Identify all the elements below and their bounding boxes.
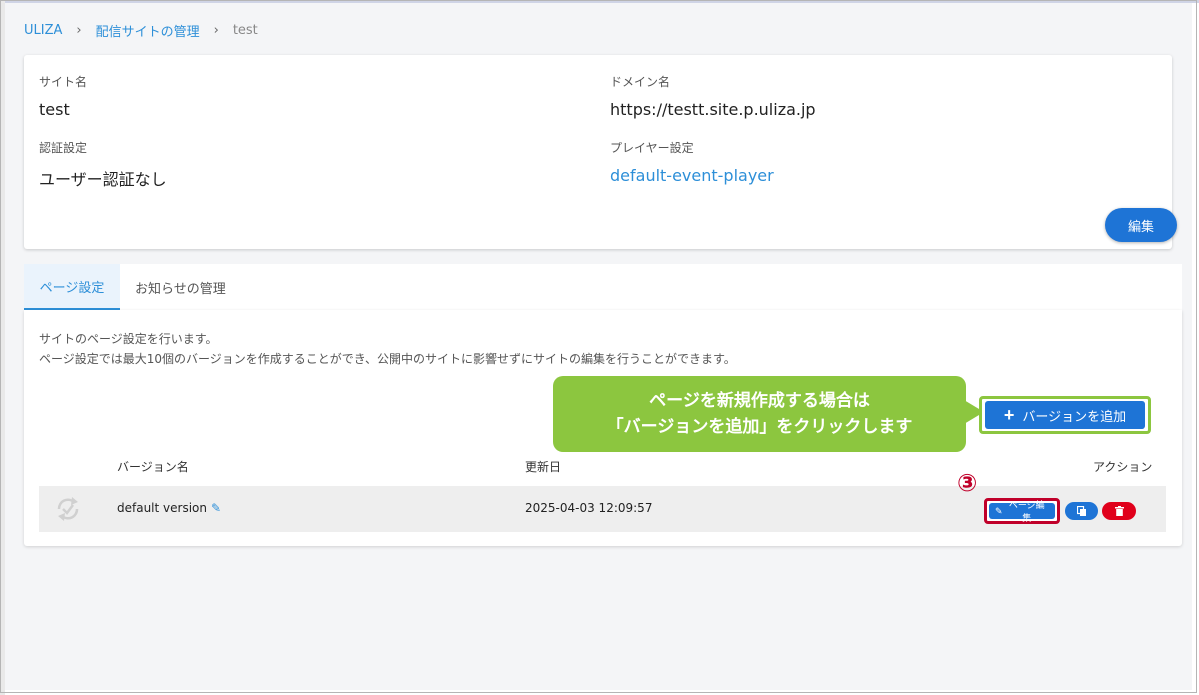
screenshot-frame	[0, 0, 1197, 693]
